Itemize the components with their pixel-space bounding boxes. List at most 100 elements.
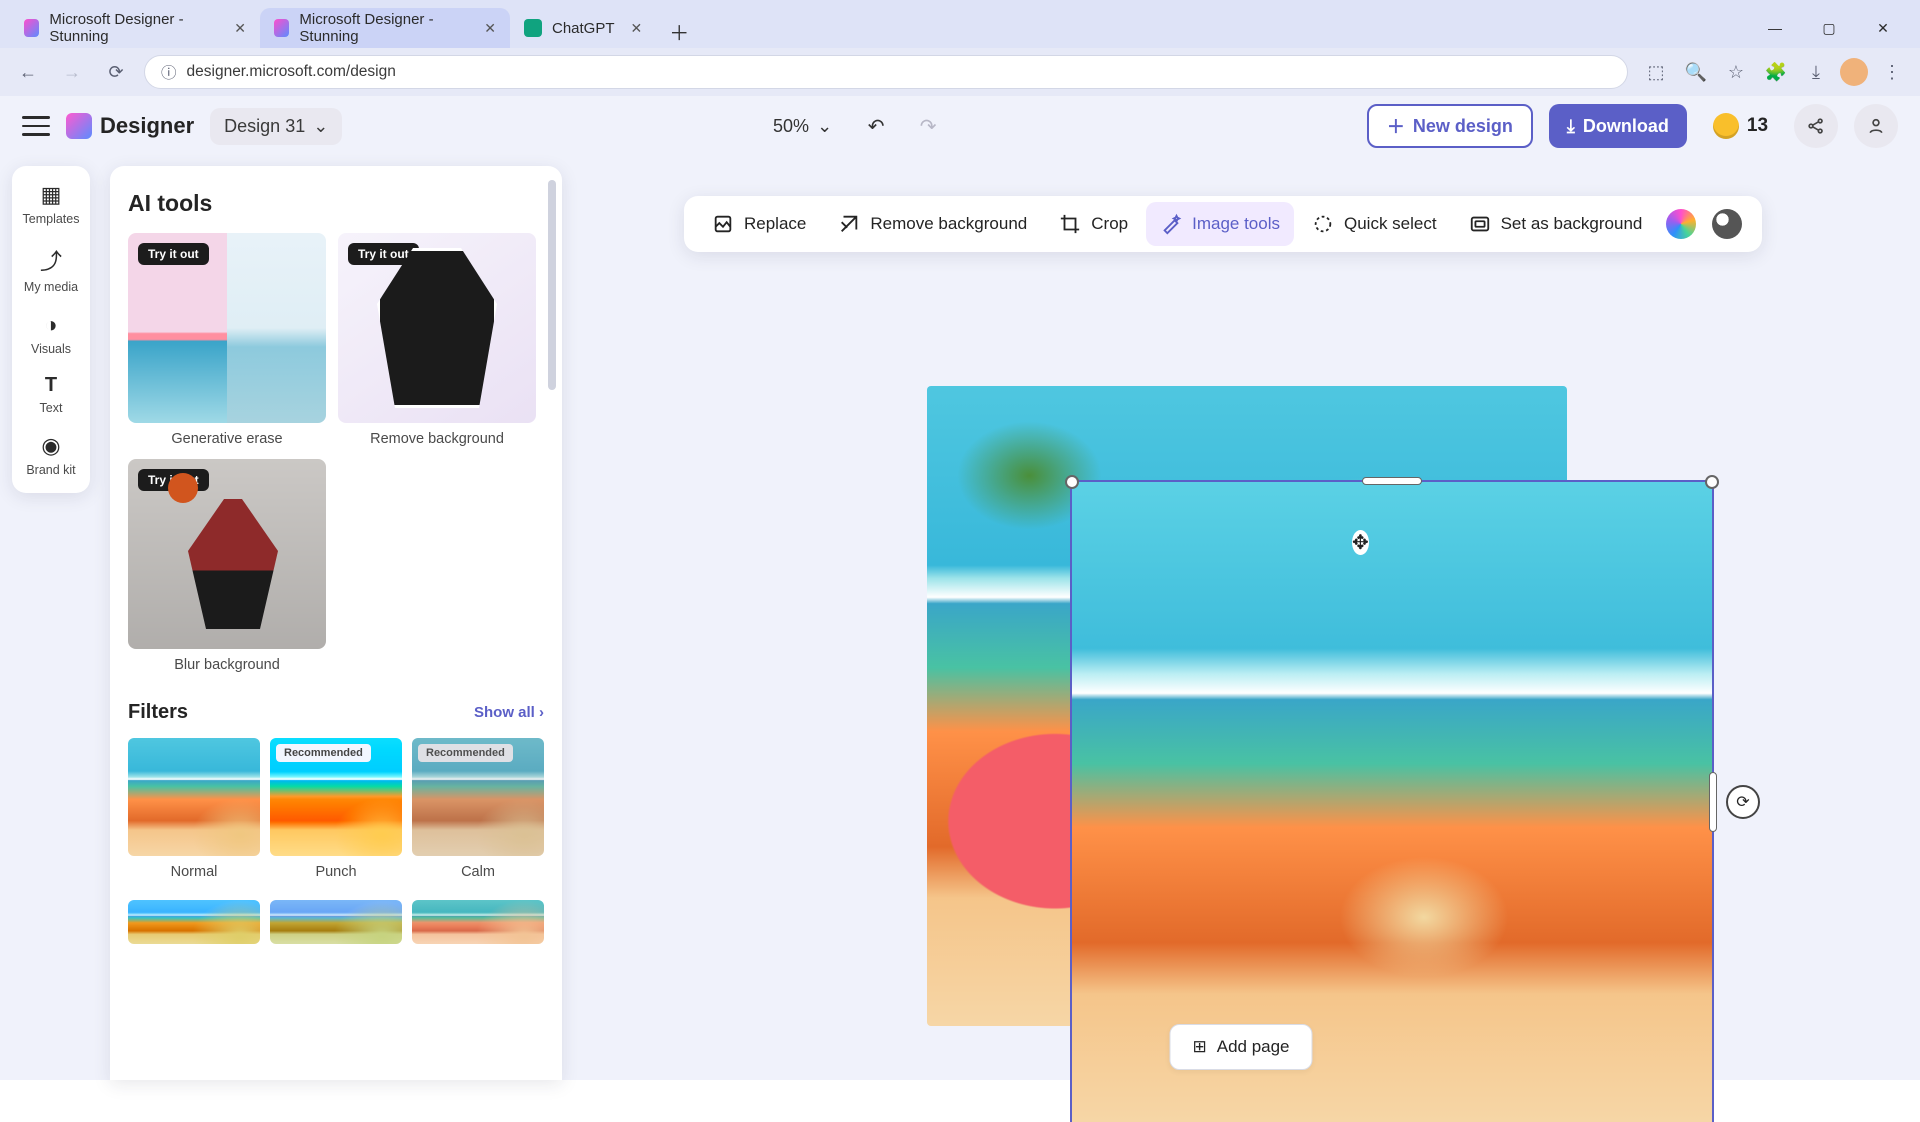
canvas[interactable]: ⟳ ✥ ⊞ Add page: [562, 196, 1920, 1080]
left-rail: ▦ Templates ⤴ My media ◑ Visuals T Text …: [12, 166, 90, 493]
site-info-icon[interactable]: ⓘ: [161, 61, 177, 83]
close-icon[interactable]: ✕: [631, 20, 643, 37]
upload-icon: ⤴: [40, 244, 62, 276]
back-button[interactable]: ←: [12, 56, 44, 88]
new-tab-button[interactable]: ＋: [662, 14, 696, 48]
filter-thumbnail[interactable]: [128, 900, 260, 944]
show-all-link[interactable]: Show all ›: [474, 704, 544, 721]
chrome-menu-icon[interactable]: ⋮: [1876, 56, 1908, 88]
app-topbar: Designer Design 31 ⌄ 50% ⌄ ↶ ↷ ＋ New des…: [0, 96, 1920, 156]
resize-handle-ne[interactable]: [1705, 475, 1719, 489]
reload-button[interactable]: ⟳: [100, 56, 132, 88]
forward-button[interactable]: →: [56, 56, 88, 88]
tab-title: Microsoft Designer - Stunning: [299, 11, 468, 45]
filter-caption: Normal: [128, 864, 260, 880]
chevron-right-icon: ›: [539, 704, 544, 721]
rail-label: My media: [24, 280, 78, 294]
download-label: Download: [1583, 116, 1669, 137]
favicon-designer-icon: [24, 19, 39, 37]
close-icon[interactable]: ✕: [234, 20, 246, 37]
window-controls: — ▢ ✕: [1748, 8, 1910, 48]
download-button[interactable]: ⤓ Download: [1549, 104, 1687, 148]
design-name-dropdown[interactable]: Design 31 ⌄: [210, 108, 342, 145]
download-icon: ⤓: [1567, 116, 1575, 137]
rail-templates[interactable]: ▦ Templates: [23, 182, 80, 226]
new-design-button[interactable]: ＋ New design: [1367, 104, 1533, 148]
redo-button[interactable]: ↷: [910, 108, 946, 144]
filter-normal[interactable]: Normal: [128, 738, 260, 880]
filter-caption: Punch: [270, 864, 402, 880]
tab-chatgpt[interactable]: ChatGPT ✕: [510, 8, 656, 48]
ai-card-caption: Generative erase: [128, 431, 326, 447]
zoom-icon[interactable]: 🔍: [1680, 56, 1712, 88]
brand[interactable]: Designer: [66, 113, 194, 139]
coin-icon: [1713, 113, 1739, 139]
designer-logo-icon: [66, 113, 92, 139]
zoom-value: 50%: [773, 116, 809, 137]
add-page-button[interactable]: ⊞ Add page: [1169, 1024, 1312, 1070]
filter-punch[interactable]: Recommended Punch: [270, 738, 402, 880]
resize-edge-e[interactable]: [1709, 772, 1717, 832]
profile-avatar[interactable]: [1840, 58, 1868, 86]
try-it-out-badge: Try it out: [138, 243, 209, 265]
minimize-button[interactable]: —: [1748, 8, 1802, 48]
coin-count: 13: [1747, 115, 1768, 137]
rotate-handle[interactable]: ⟳: [1726, 785, 1760, 819]
account-button[interactable]: [1854, 104, 1898, 148]
ai-card-remove-background[interactable]: Try it out Remove background: [338, 233, 536, 447]
close-icon[interactable]: ✕: [484, 20, 496, 37]
filter-thumbnail[interactable]: [412, 900, 544, 944]
zoom-dropdown[interactable]: 50% ⌄: [763, 110, 842, 143]
app-root: Designer Design 31 ⌄ 50% ⌄ ↶ ↷ ＋ New des…: [0, 96, 1920, 1080]
rail-label: Brand kit: [26, 463, 75, 477]
browser-addressbar: ← → ⟳ ⓘ designer.microsoft.com/design ⬚ …: [0, 48, 1920, 96]
install-app-icon[interactable]: ⬚: [1640, 56, 1672, 88]
filter-caption: Calm: [412, 864, 544, 880]
rail-visuals[interactable]: ◑ Visuals: [31, 312, 71, 356]
brand-label: Designer: [100, 113, 194, 139]
tab-designer-1[interactable]: Microsoft Designer - Stunning ✕: [10, 8, 260, 48]
downloads-icon[interactable]: ⤓: [1800, 56, 1832, 88]
ai-card-blur-background[interactable]: Try it out Blur background: [128, 459, 326, 673]
rail-text[interactable]: T Text: [40, 374, 63, 415]
undo-button[interactable]: ↶: [858, 108, 894, 144]
move-cursor-icon: ✥: [1352, 530, 1369, 555]
chevron-down-icon: ⌄: [817, 116, 832, 137]
ai-card-generative-erase[interactable]: Try it out Generative erase: [128, 233, 326, 447]
browser-tabs: Microsoft Designer - Stunning ✕ Microsof…: [10, 8, 696, 48]
rail-label: Text: [40, 401, 63, 415]
url-text: designer.microsoft.com/design: [187, 63, 396, 81]
add-page-label: Add page: [1217, 1037, 1290, 1057]
menu-button[interactable]: [22, 116, 50, 136]
bookmark-icon[interactable]: ☆: [1720, 56, 1752, 88]
tab-designer-2[interactable]: Microsoft Designer - Stunning ✕: [260, 8, 510, 48]
recommended-badge: Recommended: [276, 744, 371, 762]
filters-heading: Filters: [128, 701, 188, 724]
tab-title: ChatGPT: [552, 20, 615, 37]
filter-thumbnail[interactable]: [270, 900, 402, 944]
side-panel: AI tools Try it out Generative erase Try…: [110, 166, 562, 1080]
close-window-button[interactable]: ✕: [1856, 8, 1910, 48]
coins-balance[interactable]: 13: [1703, 104, 1778, 148]
resize-edge-n[interactable]: [1362, 477, 1422, 485]
new-design-label: New design: [1413, 116, 1513, 137]
rail-label: Templates: [23, 212, 80, 226]
browser-titlebar: Microsoft Designer - Stunning ✕ Microsof…: [0, 0, 1920, 48]
scrollbar[interactable]: [548, 180, 556, 390]
extensions-icon[interactable]: 🧩: [1760, 56, 1792, 88]
resize-handle-nw[interactable]: [1065, 475, 1079, 489]
selected-image[interactable]: ⟳: [1072, 482, 1712, 1122]
favicon-designer-icon: [274, 19, 289, 37]
tab-title: Microsoft Designer - Stunning: [49, 11, 218, 45]
design-name: Design 31: [224, 116, 305, 137]
address-field[interactable]: ⓘ designer.microsoft.com/design: [144, 55, 1628, 89]
filter-calm[interactable]: Recommended Calm: [412, 738, 544, 880]
rail-label: Visuals: [31, 342, 71, 356]
ai-tools-heading: AI tools: [128, 190, 544, 217]
rail-my-media[interactable]: ⤴ My media: [24, 244, 78, 294]
plus-page-icon: ⊞: [1192, 1037, 1206, 1057]
rail-brand-kit[interactable]: ◉ Brand kit: [26, 433, 75, 477]
maximize-button[interactable]: ▢: [1802, 8, 1856, 48]
share-button[interactable]: [1794, 104, 1838, 148]
recommended-badge: Recommended: [418, 744, 513, 762]
